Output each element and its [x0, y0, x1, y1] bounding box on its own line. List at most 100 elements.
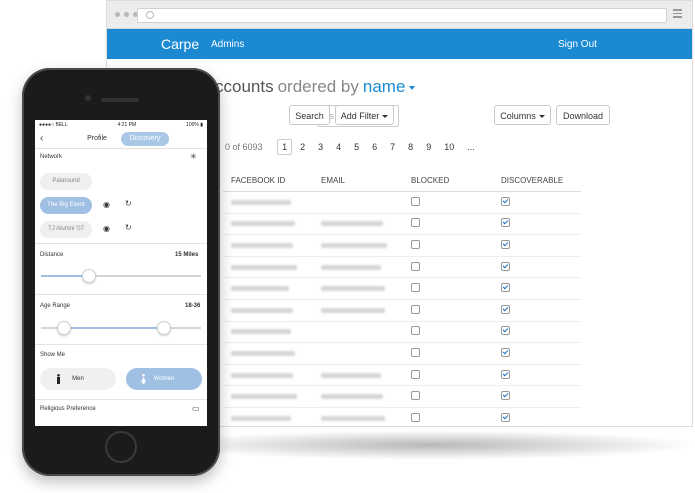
facebook-id-cell [223, 342, 313, 365]
columns-button[interactable]: Columns [494, 105, 551, 125]
network-pill[interactable]: Palaround [40, 173, 92, 190]
blocked-checkbox[interactable] [411, 347, 420, 357]
column-header-blocked[interactable]: BLOCKED [403, 169, 493, 192]
page-link[interactable]: 5 [349, 139, 364, 155]
battery: 100% ▮ [186, 122, 203, 128]
eye-icon[interactable]: ◉ [103, 200, 110, 209]
page-link[interactable]: 10 [439, 139, 459, 155]
discoverable-cell [493, 256, 581, 279]
add-filter-button[interactable]: Add Filter [335, 105, 394, 125]
blocked-cell [403, 191, 493, 214]
column-header-facebook-id[interactable]: FACEBOOK ID [223, 169, 313, 192]
chevron-down-icon [538, 115, 545, 119]
page-link[interactable]: 8 [403, 139, 418, 155]
table-row[interactable] [223, 256, 581, 279]
chevron-down-icon[interactable] [409, 85, 416, 90]
email-cell [313, 342, 403, 365]
discoverable-checkbox[interactable] [501, 369, 510, 379]
blocked-cell [403, 277, 493, 300]
blocked-checkbox[interactable] [411, 283, 420, 293]
book-icon[interactable]: ▭ [192, 404, 200, 413]
eye-icon[interactable]: ◉ [103, 224, 110, 233]
hamburger-menu-icon[interactable] [673, 9, 682, 18]
table-row[interactable] [223, 407, 581, 426]
nav-admins-link[interactable]: Admins [211, 39, 244, 50]
table-row[interactable] [223, 364, 581, 387]
sign-out-link[interactable]: Sign Out [558, 39, 597, 50]
address-bar[interactable] [137, 8, 667, 23]
home-button[interactable] [105, 431, 137, 463]
table-row[interactable] [223, 385, 581, 408]
column-header-discoverable[interactable]: DISCOVERABLE [493, 169, 581, 192]
network-pill[interactable]: TJ Alumni '07 [40, 221, 92, 238]
blocked-checkbox[interactable] [411, 412, 420, 422]
discoverable-checkbox[interactable] [501, 261, 510, 271]
column-header-email[interactable]: EMAIL [313, 169, 403, 192]
facebook-id-cell [223, 277, 313, 300]
pagination: 0 of 6093 1 2 3 4 5 6 7 8 9 10... [225, 139, 483, 155]
blocked-checkbox[interactable] [411, 196, 420, 206]
search-button[interactable]: Search [289, 105, 330, 125]
page-link[interactable]: 7 [385, 139, 400, 155]
reload-icon[interactable] [146, 11, 154, 19]
discoverable-checkbox[interactable] [501, 391, 510, 401]
sort-field-dropdown[interactable]: name [363, 77, 406, 96]
speaker [101, 98, 139, 102]
discoverable-checkbox[interactable] [501, 218, 510, 228]
email-cell [313, 191, 403, 214]
discoverable-checkbox[interactable] [501, 412, 510, 422]
page-link[interactable]: 1 [277, 139, 293, 155]
blocked-checkbox[interactable] [411, 326, 420, 336]
back-arrow-icon[interactable]: ‹ [40, 133, 43, 144]
distance-value: 15 Miles [175, 252, 199, 258]
tab-profile[interactable]: Profile [73, 132, 121, 146]
discoverable-checkbox[interactable] [501, 196, 510, 206]
discoverable-checkbox[interactable] [501, 347, 510, 357]
brand-logo[interactable]: Carpe [161, 36, 199, 52]
discoverable-checkbox[interactable] [501, 304, 510, 314]
page-link[interactable]: 3 [313, 139, 328, 155]
discoverable-checkbox[interactable] [501, 283, 510, 293]
download-button[interactable]: Download [556, 105, 610, 125]
email-cell [313, 277, 403, 300]
blocked-checkbox[interactable] [411, 239, 420, 249]
women-toggle[interactable]: Women [126, 368, 202, 390]
refresh-icon[interactable]: ↻ [125, 199, 132, 208]
distance-slider-handle[interactable] [82, 269, 96, 283]
table-row[interactable] [223, 299, 581, 322]
divider [35, 344, 207, 345]
top-navbar: Carpe Admins Sign Out [107, 29, 692, 59]
page-link[interactable]: 4 [331, 139, 346, 155]
segment-bar: ‹ Profile Discovery [35, 130, 207, 149]
table-row[interactable] [223, 277, 581, 300]
network-label: Network [40, 154, 63, 160]
email-cell [313, 299, 403, 322]
blocked-checkbox[interactable] [411, 261, 420, 271]
blocked-checkbox[interactable] [411, 369, 420, 379]
discoverable-cell [493, 364, 581, 387]
table-row[interactable] [223, 321, 581, 344]
blocked-checkbox[interactable] [411, 391, 420, 401]
page-ellipsis[interactable]: ... [462, 139, 480, 155]
table-body [223, 191, 581, 426]
page-link[interactable]: 6 [367, 139, 382, 155]
blocked-checkbox[interactable] [411, 304, 420, 314]
window-controls[interactable] [115, 12, 138, 17]
blocked-checkbox[interactable] [411, 218, 420, 228]
discoverable-cell [493, 299, 581, 322]
page-link[interactable]: 2 [295, 139, 310, 155]
discoverable-checkbox[interactable] [501, 239, 510, 249]
table-row[interactable] [223, 234, 581, 257]
table-row[interactable] [223, 213, 581, 236]
age-max-handle[interactable] [157, 321, 171, 335]
discoverable-checkbox[interactable] [501, 326, 510, 336]
page-link[interactable]: 9 [421, 139, 436, 155]
table-row[interactable] [223, 191, 581, 214]
network-pill-selected[interactable]: The Big Event [40, 197, 92, 214]
refresh-icon[interactable]: ↻ [125, 223, 132, 232]
tab-discovery[interactable]: Discovery [121, 132, 169, 146]
age-min-handle[interactable] [57, 321, 71, 335]
men-toggle[interactable]: Men [40, 368, 116, 390]
man-icon [57, 374, 60, 384]
table-row[interactable] [223, 342, 581, 365]
